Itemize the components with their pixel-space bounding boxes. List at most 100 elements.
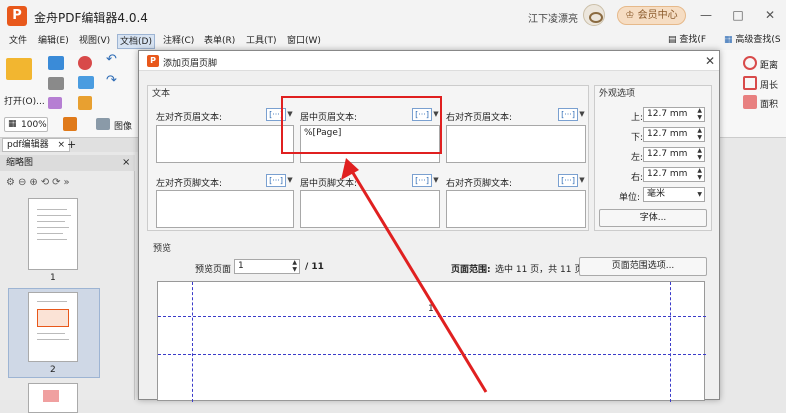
app-title: 金舟PDF编辑器4.0.4 xyxy=(34,11,148,25)
menu-tools[interactable]: 工具(T) xyxy=(244,34,279,49)
maximize-button[interactable]: □ xyxy=(730,7,746,23)
left-footer-label: 左对齐页脚文本: xyxy=(156,179,223,189)
redo-icon[interactable]: ↷ xyxy=(106,73,117,88)
dialog-title: 添加页眉页脚 xyxy=(163,59,218,69)
menu-document[interactable]: 文档(D) xyxy=(117,34,155,49)
undo-icon[interactable]: ↶ xyxy=(106,52,117,67)
save-icon[interactable] xyxy=(48,56,64,70)
text-group-title: 文本 xyxy=(152,89,171,99)
minimize-button[interactable]: — xyxy=(698,7,714,23)
cloud-icon[interactable] xyxy=(78,76,94,89)
menu-view[interactable]: 视图(V) xyxy=(77,34,112,49)
appearance-group-title: 外观选项 xyxy=(599,89,636,99)
open-label[interactable]: 打开(O)... xyxy=(4,94,45,107)
find-icon: ▤ xyxy=(668,35,677,45)
margin-right-label: 右: xyxy=(631,173,644,183)
preview-page-label: 预览页面 xyxy=(195,265,232,275)
font-button[interactable]: 字体... xyxy=(599,209,707,227)
zoom-select[interactable]: ▦ 100% xyxy=(4,117,48,132)
unit-label: 单位: xyxy=(619,193,641,203)
close-button[interactable]: ✕ xyxy=(762,7,778,23)
perimeter-tool[interactable]: 周长 xyxy=(760,78,778,91)
dropdown-arrow-icon[interactable]: ▼ xyxy=(578,174,586,187)
spinner-icon: ▲ ▼ xyxy=(697,107,702,121)
insert-macro-icon[interactable]: [···] xyxy=(266,174,286,187)
page-range-label: 页面范围: xyxy=(451,265,491,275)
left-footer-input[interactable] xyxy=(156,190,294,228)
right-scroll-strip[interactable] xyxy=(768,138,786,400)
image-icon[interactable] xyxy=(96,118,110,130)
menu-form[interactable]: 表单(R) xyxy=(202,34,237,49)
thumbnail-page-2[interactable] xyxy=(28,292,78,362)
area-icon xyxy=(743,95,757,109)
find-button[interactable]: ▤ 查找(F xyxy=(668,32,706,48)
dialog-close-button[interactable]: ✕ xyxy=(705,54,715,68)
avatar[interactable] xyxy=(583,4,605,26)
vip-center-button[interactable]: ♔ 会员中心 xyxy=(617,6,686,25)
tab-strip: pdf编辑器 × + xyxy=(0,138,140,152)
scan-icon[interactable] xyxy=(78,56,92,70)
right-footer-label: 右对齐页脚文本: xyxy=(446,179,513,189)
dropdown-arrow-icon[interactable]: ▼ xyxy=(432,174,440,187)
preview-total: / 11 xyxy=(305,262,324,272)
image-label[interactable]: 图像 xyxy=(114,119,132,132)
left-header-label: 左对齐页眉文本: xyxy=(156,113,223,123)
annotation-highlight-box xyxy=(281,96,442,154)
unit-select[interactable]: 毫米 ▼ xyxy=(643,187,705,202)
tab-document[interactable]: pdf编辑器 × xyxy=(2,138,71,152)
print-icon[interactable] xyxy=(48,77,64,90)
menu-comment[interactable]: 注释(C) xyxy=(161,34,196,49)
user-name[interactable]: 江下凌漂亮 xyxy=(528,10,578,25)
vip-label: 会员中心 xyxy=(637,10,678,21)
spinner-icon: ▲ ▼ xyxy=(697,127,702,141)
sidebar-tools[interactable]: ⚙⊖⊕⟲⟳» xyxy=(6,177,73,188)
dialog-logo-icon: P xyxy=(147,55,159,67)
insert-macro-icon[interactable]: [···] xyxy=(558,174,578,187)
margin-top-label: 上: xyxy=(631,113,644,123)
distance-tool[interactable]: 距离 xyxy=(760,58,778,71)
page-range-options-button[interactable]: 页面范围选项... xyxy=(579,257,707,276)
preview-page-number: 1 xyxy=(428,304,434,314)
new-doc-icon[interactable] xyxy=(78,96,92,110)
sidebar-title: 缩略图 xyxy=(0,155,135,171)
right-header-input[interactable] xyxy=(446,125,586,163)
spinner-icon: ▲ ▼ xyxy=(292,259,297,273)
margin-right-input[interactable]: 12.7 mm ▲ ▼ xyxy=(643,167,705,182)
center-footer-label: 居中页脚文本: xyxy=(300,179,358,189)
zoom-value: 100% xyxy=(21,120,47,130)
margin-bottom-input[interactable]: 12.7 mm ▲ ▼ xyxy=(643,127,705,142)
dialog-title-bar: P 添加页眉页脚 ✕ xyxy=(139,51,719,71)
thumbnail-number: 1 xyxy=(50,273,56,283)
menu-file[interactable]: 文件 xyxy=(7,34,29,49)
sidebar-close-icon[interactable]: × xyxy=(122,157,130,168)
center-footer-input[interactable] xyxy=(300,190,440,228)
color-picker-icon[interactable] xyxy=(63,117,77,131)
menu-edit[interactable]: 编辑(E) xyxy=(36,34,71,49)
zoom-checker-icon: ▦ xyxy=(8,119,17,129)
tab-close-icon[interactable]: × xyxy=(57,140,65,150)
thumbnail-page-3[interactable] xyxy=(28,383,78,413)
right-footer-input[interactable] xyxy=(446,190,586,228)
distance-icon xyxy=(743,56,757,70)
left-guide-line xyxy=(192,282,193,402)
header-guide-line xyxy=(158,316,706,317)
thumbnail-sidebar: 缩略图 × ⚙⊖⊕⟲⟳» 1 2 xyxy=(0,155,135,413)
area-tool[interactable]: 面积 xyxy=(760,97,778,110)
spinner-icon: ▲ ▼ xyxy=(697,167,702,181)
thumbnail-page-1[interactable] xyxy=(28,198,78,270)
open-folder-icon[interactable] xyxy=(6,58,32,80)
margin-left-input[interactable]: 12.7 mm ▲ ▼ xyxy=(643,147,705,162)
dropdown-arrow-icon[interactable]: ▼ xyxy=(286,174,294,187)
left-header-input[interactable] xyxy=(156,125,294,163)
menu-window[interactable]: 窗口(W) xyxy=(285,34,323,49)
dropdown-arrow-icon[interactable]: ▼ xyxy=(578,108,586,121)
preview-page-input[interactable]: 1 ▲ ▼ xyxy=(234,259,300,274)
page-range-text: 选中 11 页，共 11 页 xyxy=(495,265,584,275)
advanced-find-button[interactable]: ▦ 高级查找(S xyxy=(724,32,781,48)
margin-left-label: 左: xyxy=(631,153,644,163)
insert-macro-icon[interactable]: [···] xyxy=(558,108,578,121)
add-tab-button[interactable]: + xyxy=(67,138,76,152)
email-icon[interactable] xyxy=(48,97,62,109)
insert-macro-icon[interactable]: [···] xyxy=(412,174,432,187)
margin-top-input[interactable]: 12.7 mm ▲ ▼ xyxy=(643,107,705,122)
